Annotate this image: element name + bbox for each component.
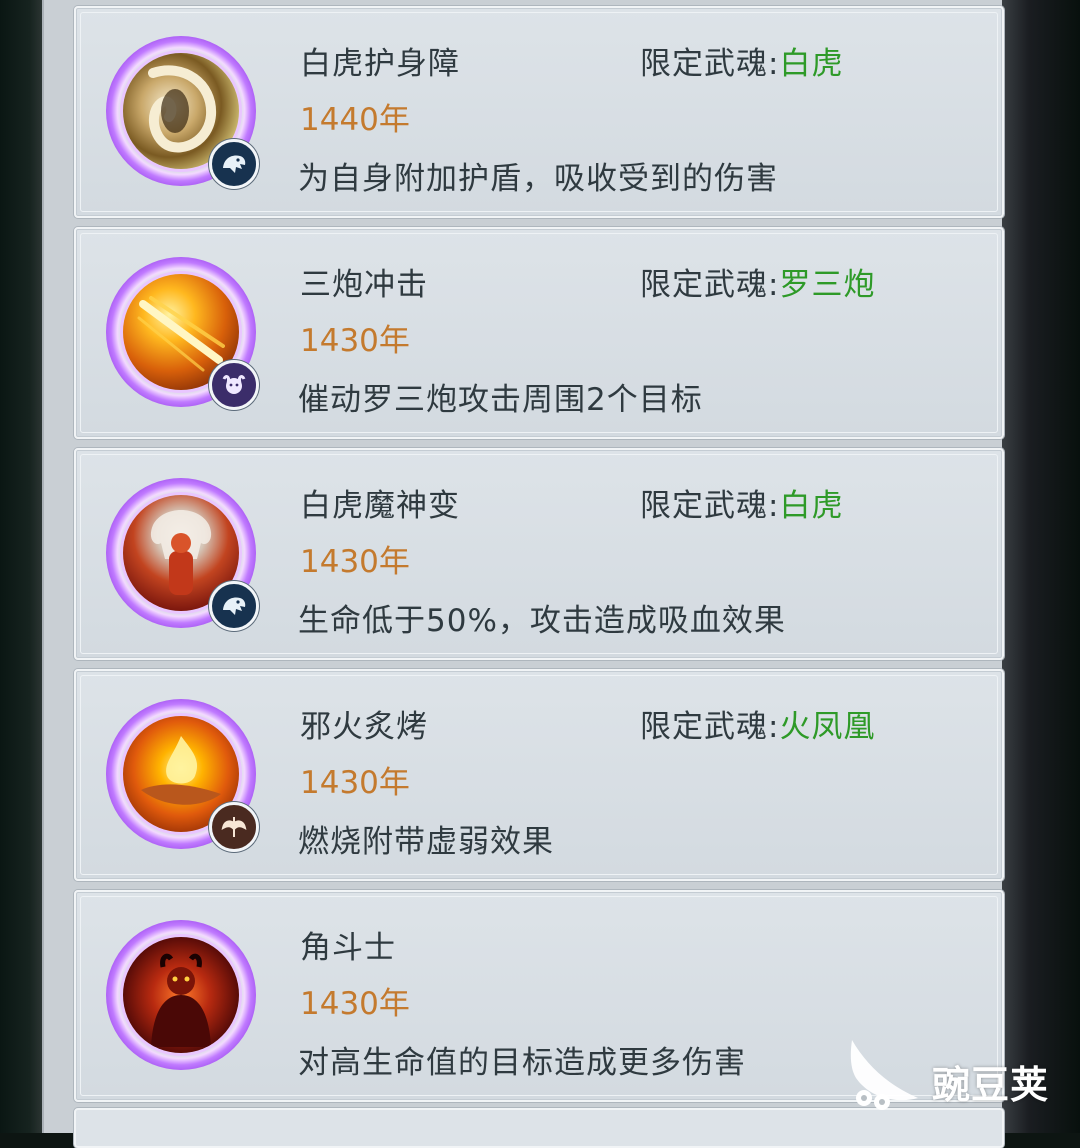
restricted-soul-label: 限定武魂: [640, 267, 780, 303]
restricted-soul: 限定武魂:火凤凰 [640, 701, 875, 746]
watermark: 豌豆荚 [846, 1034, 1066, 1118]
skill-year: 1430年 [300, 986, 410, 1022]
white-tiger-badge-icon [209, 139, 259, 189]
skill-card-san-pao-chong-ji[interactable]: 三炮冲击 限定武魂:罗三炮 1430年 催动罗三炮攻击周围2个目标 [74, 227, 1004, 439]
skill-card-bai-hu-mo-shen-bian[interactable]: 白虎魔神变 限定武魂:白虎 1430年 生命低于50%，攻击造成吸血效果 [74, 448, 1004, 660]
skill-icon-frame [106, 36, 259, 189]
phoenix-badge-icon [209, 802, 259, 852]
restricted-soul: 限定武魂:罗三炮 [640, 259, 875, 304]
skill-icon-frame [106, 699, 259, 852]
soul-name: 白虎 [779, 488, 844, 524]
watermark-text: 豌豆荚 [932, 1063, 1050, 1107]
soul-name: 白虎 [779, 46, 844, 82]
restricted-soul-label: 限定武魂: [640, 709, 780, 745]
gladiator-icon [123, 937, 239, 1053]
restricted-soul-label: 限定武魂: [640, 46, 780, 82]
skill-name: 三炮冲击 [300, 267, 428, 303]
soul-name: 火凤凰 [779, 709, 876, 745]
skill-name: 角斗士 [300, 930, 396, 966]
restricted-soul: 限定武魂:白虎 [640, 38, 843, 83]
skill-description: 催动罗三炮攻击周围2个目标 [298, 382, 703, 418]
skill-year: 1440年 [300, 102, 410, 138]
white-tiger-badge-icon [209, 581, 259, 631]
skill-icon-frame [106, 478, 259, 631]
soul-name: 罗三炮 [779, 267, 876, 303]
skill-description: 燃烧附带虚弱效果 [298, 824, 554, 860]
skill-name: 白虎魔神变 [300, 488, 460, 524]
skill-name: 白虎护身障 [300, 46, 460, 82]
pea-pod-logo-icon [850, 1040, 918, 1110]
skill-year: 1430年 [300, 544, 410, 580]
skill-icon-frame [106, 920, 256, 1070]
restricted-soul-label: 限定武魂: [640, 488, 780, 524]
skill-name: 邪火炙烤 [300, 709, 428, 745]
skill-card-xie-huo-zhi-kao[interactable]: 邪火炙烤 限定武魂:火凤凰 1430年 燃烧附带虚弱效果 [74, 669, 1004, 881]
skill-year: 1430年 [300, 323, 410, 359]
skill-icon-frame [106, 257, 259, 410]
skill-description: 为自身附加护盾，吸收受到的伤害 [298, 161, 778, 197]
left-background [0, 0, 42, 1133]
restricted-soul: 限定武魂:白虎 [640, 480, 843, 525]
luo-sanpao-badge-icon [209, 360, 259, 410]
skill-description: 生命低于50%，攻击造成吸血效果 [298, 603, 786, 639]
skill-description: 对高生命值的目标造成更多伤害 [298, 1045, 746, 1081]
right-scroll-track [1002, 0, 1080, 1133]
skill-card-bai-hu-hu-shen-zhang[interactable]: 白虎护身障 限定武魂:白虎 1440年 为自身附加护盾，吸收受到的伤害 [74, 6, 1004, 218]
skill-year: 1430年 [300, 765, 410, 801]
